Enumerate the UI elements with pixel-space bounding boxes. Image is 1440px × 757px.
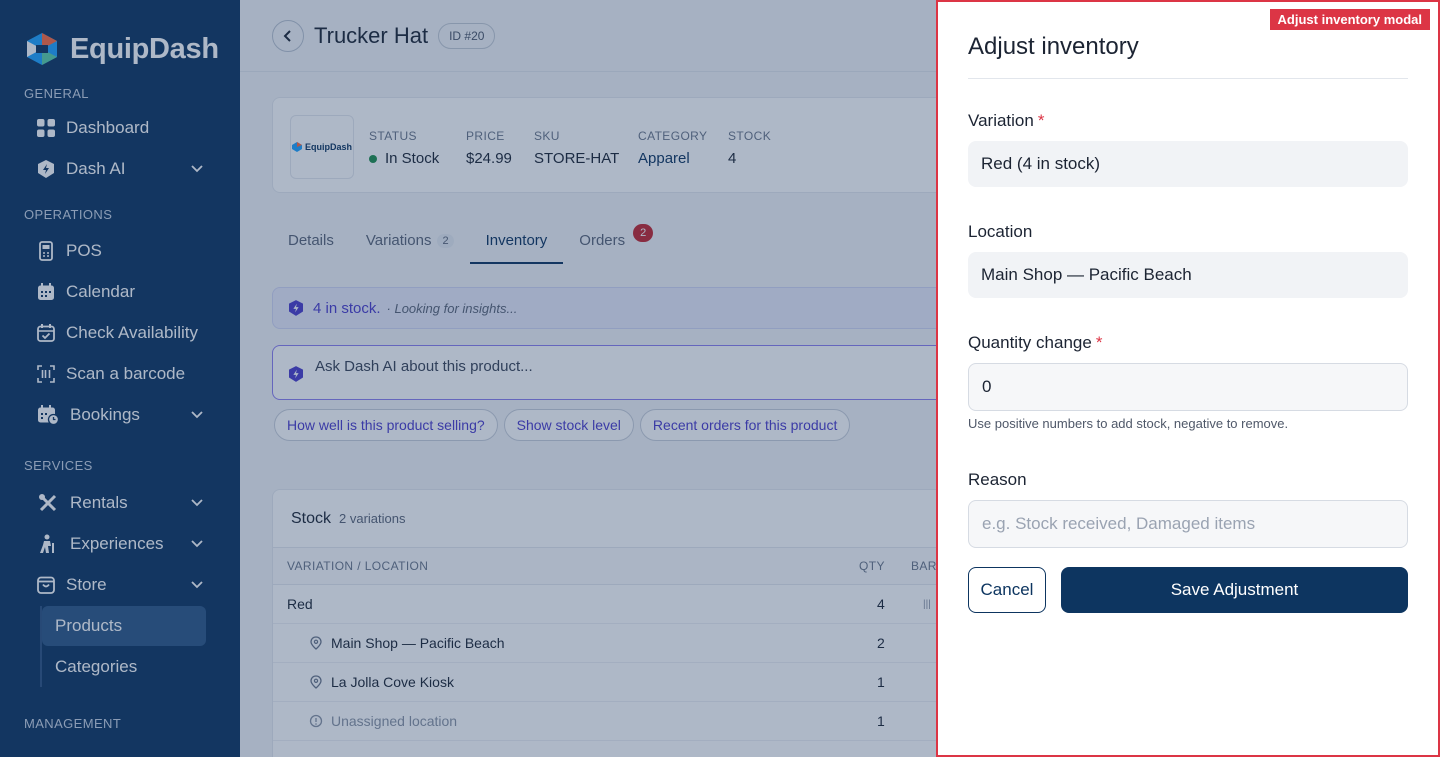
divider bbox=[968, 78, 1408, 79]
save-adjustment-button[interactable]: Save Adjustment bbox=[1061, 567, 1408, 613]
reason-label: Reason bbox=[968, 470, 1027, 489]
reason-input[interactable]: e.g. Stock received, Damaged items bbox=[968, 500, 1408, 548]
modal-annotation-tag: Adjust inventory modal bbox=[1269, 9, 1430, 30]
quantity-change-input[interactable]: 0 bbox=[968, 363, 1408, 411]
quantity-label: Quantity change * bbox=[968, 333, 1102, 353]
label-text: Quantity change bbox=[968, 333, 1092, 352]
variation-select[interactable]: Red (4 in stock) bbox=[968, 141, 1408, 187]
location-label: Location bbox=[968, 222, 1033, 241]
required-mark: * bbox=[1037, 111, 1045, 130]
variation-label: Variation * bbox=[968, 111, 1044, 131]
location-select[interactable]: Main Shop — Pacific Beach bbox=[968, 252, 1408, 298]
adjust-inventory-modal: Adjust inventory modal Adjust inventory … bbox=[936, 0, 1440, 757]
label-text: Variation bbox=[968, 111, 1034, 130]
required-mark: * bbox=[1095, 333, 1103, 352]
quantity-help-text: Use positive numbers to add stock, negat… bbox=[968, 416, 1289, 431]
modal-title: Adjust inventory bbox=[968, 33, 1139, 60]
cancel-button[interactable]: Cancel bbox=[968, 567, 1046, 613]
